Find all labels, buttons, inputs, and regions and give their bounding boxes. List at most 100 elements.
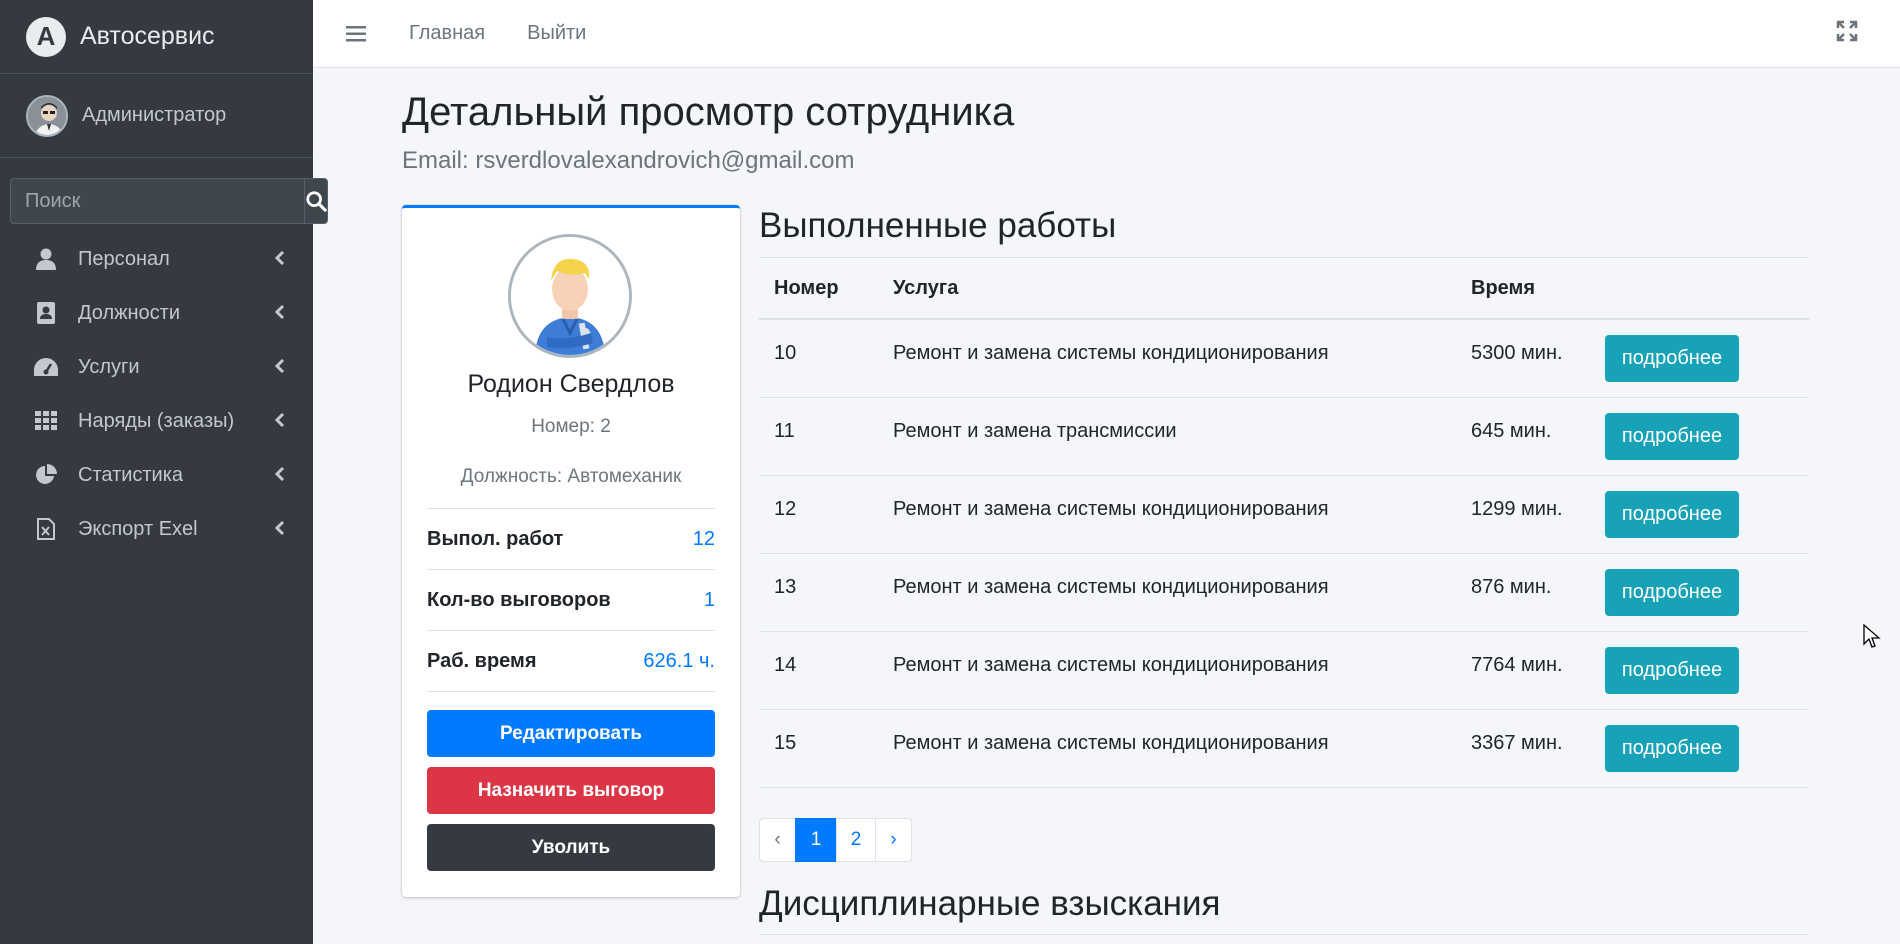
user-panel[interactable]: Администратор [0, 74, 313, 158]
sidebar-item-personnel[interactable]: Персонал [0, 232, 313, 286]
sidebar-item-label: Наряды (заказы) [78, 409, 235, 432]
sidebar-item-services[interactable]: Услуги [0, 340, 313, 394]
stat-row: Выпол. работ 12 [427, 509, 715, 570]
discipline-title: Дисциплинарные взыскания [759, 884, 1221, 923]
fullscreen-button[interactable] [1836, 20, 1862, 46]
cell-number: 11 [774, 420, 795, 442]
cell-number: 14 [774, 654, 797, 676]
profile-avatar [508, 234, 632, 358]
tachometer-icon [34, 355, 58, 379]
stat-label: Выпол. работ [427, 527, 564, 550]
cell-service: Ремонт и замена системы кондиционировани… [893, 732, 1329, 754]
sidebar-item-label: Должности [78, 301, 181, 324]
mouse-cursor-icon [1863, 624, 1881, 648]
nav-link-home[interactable]: Главная [409, 22, 485, 45]
page-title: Детальный просмотр сотрудника [402, 90, 1015, 134]
discipline-divider [759, 934, 1809, 935]
dismiss-button[interactable]: Уволить [427, 824, 715, 871]
employee-email: Email: rsverdlovalexandrovich@gmail.com [402, 147, 855, 174]
employee-name: Родион Свердлов [467, 370, 675, 398]
cell-service: Ремонт и замена системы кондиционировани… [893, 498, 1329, 520]
top-navbar: Главная Выйти [313, 0, 1900, 68]
chevron-left-icon [274, 250, 285, 268]
cell-number: 15 [774, 732, 797, 754]
user-icon [34, 247, 58, 271]
hamburger-icon [346, 25, 366, 41]
cell-time: 876 мин. [1471, 576, 1552, 598]
stat-row: Раб. время 626.1 ч. [427, 631, 715, 692]
chevron-left-icon [274, 304, 285, 322]
details-button[interactable]: подробнее [1605, 647, 1739, 694]
search-button[interactable] [304, 178, 328, 224]
menu-toggle-button[interactable] [343, 21, 369, 47]
excel-file-icon [34, 517, 58, 541]
column-header-time: Время [1471, 276, 1535, 299]
search-input[interactable] [10, 178, 304, 224]
cell-number: 13 [774, 576, 797, 598]
column-header-service: Услуга [893, 276, 959, 299]
table-row: 15 Ремонт и замена системы кондициониров… [759, 710, 1809, 788]
pie-chart-icon [34, 463, 58, 487]
sidebar-item-label: Услуги [78, 355, 140, 378]
search-icon [306, 191, 327, 212]
sidebar-item-label: Экспорт Exel [78, 517, 198, 540]
sidebar-item-export[interactable]: Экспорт Exel [0, 502, 313, 556]
cell-service: Ремонт и замена системы кондиционировани… [893, 342, 1329, 364]
chevron-left-icon [274, 466, 285, 484]
id-card-icon [34, 301, 58, 325]
user-name: Администратор [82, 104, 227, 126]
assign-reprimand-button[interactable]: Назначить выговор [427, 767, 715, 814]
nav-link-logout[interactable]: Выйти [527, 22, 586, 45]
cell-service: Ремонт и замена системы кондиционировани… [893, 654, 1329, 676]
cell-time: 5300 мин. [1471, 342, 1563, 364]
cell-number: 10 [774, 342, 797, 364]
details-button[interactable]: подробнее [1605, 335, 1739, 382]
sidebar-item-label: Статистика [78, 463, 184, 486]
cell-time: 7764 мин. [1471, 654, 1563, 676]
chevron-left-icon [274, 520, 285, 538]
page-next-button[interactable]: › [875, 818, 912, 862]
chevron-left-icon [274, 358, 285, 376]
table-row: 12 Ремонт и замена системы кондициониров… [759, 476, 1809, 554]
employee-number: Номер: 2 [531, 416, 611, 437]
cell-time: 1299 мин. [1471, 498, 1563, 520]
cell-time: 3367 мин. [1471, 732, 1563, 754]
sidebar-nav: Персонал Должности Услуги Наряды (заказы… [0, 232, 313, 556]
profile-card: Родион Свердлов Номер: 2 Должность: Авто… [402, 205, 740, 897]
employee-position: Должность: Автомеханик [460, 466, 682, 487]
employee-stats: Выпол. работ 12 Кол-во выговоров 1 Раб. … [427, 508, 715, 692]
sidebar-item-statistics[interactable]: Статистика [0, 448, 313, 502]
cell-number: 12 [774, 498, 797, 520]
sidebar-item-label: Персонал [78, 247, 170, 270]
works-title: Выполненные работы [759, 206, 1117, 245]
sidebar-search [10, 178, 328, 224]
chevron-left-icon [274, 412, 285, 430]
table-row: 14 Ремонт и замена системы кондициониров… [759, 632, 1809, 710]
page-2-button[interactable]: 2 [836, 818, 876, 862]
stat-value[interactable]: 626.1 ч. [643, 650, 715, 673]
brand-link[interactable]: A Автосервис [0, 0, 313, 74]
stat-value[interactable]: 12 [693, 528, 715, 551]
details-button[interactable]: подробнее [1605, 491, 1739, 538]
cell-service: Ремонт и замена трансмиссии [893, 420, 1177, 442]
sidebar-item-orders[interactable]: Наряды (заказы) [0, 394, 313, 448]
details-button[interactable]: подробнее [1605, 725, 1739, 772]
page-prev-button[interactable]: ‹ [759, 818, 796, 862]
sidebar: A Автосервис Администратор Персонал Долж… [0, 0, 328, 944]
stat-label: Кол-во выговоров [427, 588, 611, 611]
table-row: 10 Ремонт и замена системы кондициониров… [759, 320, 1809, 398]
grid-icon [34, 409, 58, 433]
details-button[interactable]: подробнее [1605, 413, 1739, 460]
details-button[interactable]: подробнее [1605, 569, 1739, 616]
sidebar-item-positions[interactable]: Должности [0, 286, 313, 340]
page-1-button[interactable]: 1 [795, 818, 837, 862]
cell-service: Ремонт и замена системы кондиционировани… [893, 576, 1329, 598]
brand-logo: A [26, 16, 66, 57]
table-row: 13 Ремонт и замена системы кондициониров… [759, 554, 1809, 632]
edit-button[interactable]: Редактировать [427, 710, 715, 757]
user-avatar [26, 94, 68, 137]
stat-row: Кол-во выговоров 1 [427, 570, 715, 631]
stat-value[interactable]: 1 [704, 589, 715, 612]
expand-icon [1836, 20, 1858, 42]
column-header-number: Номер [774, 276, 839, 299]
